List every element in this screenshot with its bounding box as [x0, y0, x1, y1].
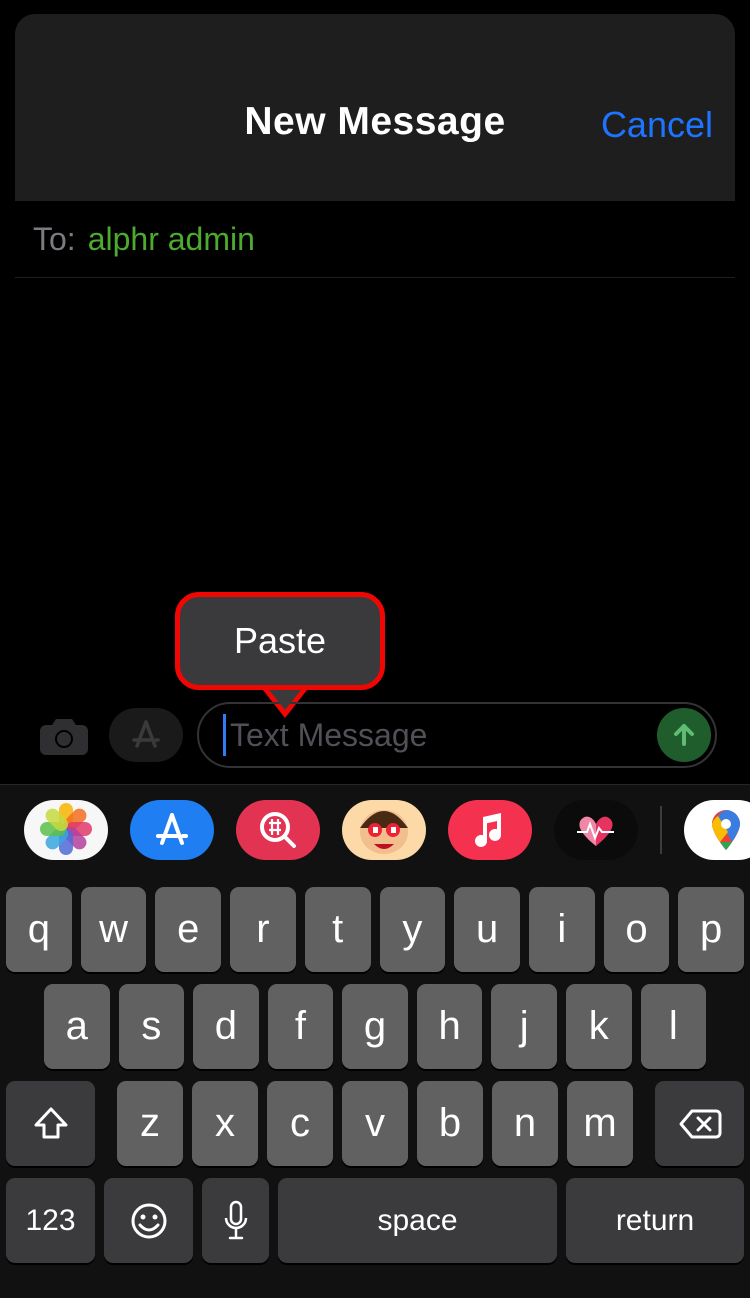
key-r[interactable]: r	[230, 887, 296, 972]
key-return[interactable]: return	[566, 1178, 744, 1263]
key-x[interactable]: x	[192, 1081, 258, 1166]
camera-button[interactable]	[33, 710, 95, 760]
key-k[interactable]: k	[566, 984, 632, 1069]
message-input-wrap[interactable]: Text Message	[197, 702, 717, 768]
key-shift[interactable]	[6, 1081, 95, 1166]
hashtag-search-app-icon[interactable]	[236, 800, 320, 860]
compose-bar: Text Message	[15, 698, 735, 784]
to-recipient: alphr admin	[88, 221, 255, 258]
key-space[interactable]: space	[278, 1178, 557, 1263]
key-delete[interactable]	[655, 1081, 744, 1166]
key-o[interactable]: o	[604, 887, 670, 972]
modal-header: New Message Cancel	[15, 14, 735, 200]
new-message-modal: New Message Cancel To: alphr admin Paste…	[15, 14, 735, 784]
key-m[interactable]: m	[567, 1081, 633, 1166]
key-g[interactable]: g	[342, 984, 408, 1069]
key-a[interactable]: a	[44, 984, 110, 1069]
paste-menu-item[interactable]: Paste	[234, 620, 326, 662]
key-l[interactable]: l	[641, 984, 707, 1069]
key-e[interactable]: e	[155, 887, 221, 972]
key-i[interactable]: i	[529, 887, 595, 972]
key-s[interactable]: s	[119, 984, 185, 1069]
key-j[interactable]: j	[491, 984, 557, 1069]
fitness-app-icon[interactable]	[554, 800, 638, 860]
key-f[interactable]: f	[268, 984, 334, 1069]
photos-app-icon[interactable]	[24, 800, 108, 860]
music-app-icon[interactable]	[448, 800, 532, 860]
key-b[interactable]: b	[417, 1081, 483, 1166]
key-p[interactable]: p	[678, 887, 744, 972]
key-row-3: z x c v b n m	[0, 1081, 750, 1166]
send-button[interactable]	[657, 708, 711, 762]
key-h[interactable]: h	[417, 984, 483, 1069]
to-field[interactable]: To: alphr admin	[15, 200, 735, 278]
key-dictation[interactable]	[202, 1178, 269, 1263]
key-row-1: q w e r t y u i o p	[0, 887, 750, 972]
key-w[interactable]: w	[81, 887, 147, 972]
key-row-4: 123 space return	[0, 1178, 750, 1263]
key-c[interactable]: c	[267, 1081, 333, 1166]
maps-app-icon[interactable]	[684, 800, 750, 860]
cancel-button[interactable]: Cancel	[601, 104, 713, 146]
imessage-app-strip[interactable]	[0, 785, 750, 875]
key-n[interactable]: n	[492, 1081, 558, 1166]
key-d[interactable]: d	[193, 984, 259, 1069]
key-q[interactable]: q	[6, 887, 72, 972]
to-label: To:	[33, 221, 76, 258]
app-strip-divider	[660, 806, 662, 854]
key-u[interactable]: u	[454, 887, 520, 972]
key-t[interactable]: t	[305, 887, 371, 972]
text-cursor	[223, 714, 226, 756]
message-placeholder: Text Message	[230, 717, 427, 754]
key-z[interactable]: z	[117, 1081, 183, 1166]
conversation-area: Paste Text Message	[15, 278, 735, 784]
keyboard: q w e r t y u i o p a s d f g h j k l z …	[0, 784, 750, 1298]
key-emoji[interactable]	[104, 1178, 193, 1263]
paste-menu[interactable]: Paste	[175, 592, 385, 690]
key-123[interactable]: 123	[6, 1178, 95, 1263]
app-store-app-icon[interactable]	[130, 800, 214, 860]
key-v[interactable]: v	[342, 1081, 408, 1166]
key-row-2: a s d f g h j k l	[0, 984, 750, 1069]
key-y[interactable]: y	[380, 887, 446, 972]
app-drawer-button[interactable]	[109, 708, 183, 762]
memoji-app-icon[interactable]	[342, 800, 426, 860]
